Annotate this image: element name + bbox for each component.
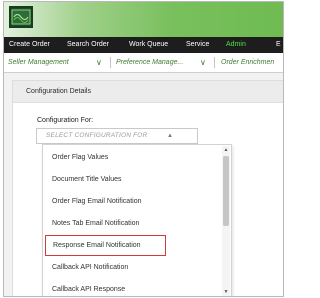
app-window: Create Order Search Order Work Queue Ser… xyxy=(3,1,284,297)
section-title: Configuration Details xyxy=(26,88,91,95)
section-header: Configuration Details xyxy=(13,81,283,103)
subnav-divider xyxy=(214,57,215,68)
app-logo-icon[interactable] xyxy=(9,6,33,28)
chevron-down-icon[interactable]: ∨ xyxy=(96,53,102,72)
subnav-preference-management[interactable]: Preference Manage... xyxy=(116,53,183,72)
nav-service[interactable]: Service xyxy=(186,37,209,53)
dropdown-option[interactable]: Order Flag Values xyxy=(43,147,223,169)
nav-more[interactable]: E xyxy=(276,37,281,53)
nav-admin[interactable]: Admin xyxy=(226,37,246,53)
subnav-seller-management[interactable]: Seller Management xyxy=(8,53,69,72)
chevron-down-icon[interactable]: ∨ xyxy=(200,53,206,72)
dropdown-option[interactable]: Order Flag Email Notification xyxy=(43,191,223,213)
nav-create-order[interactable]: Create Order xyxy=(9,37,50,53)
scroll-down-arrow-icon[interactable]: ▼ xyxy=(222,288,230,296)
configuration-panel: Configuration Details Configuration For:… xyxy=(12,80,283,296)
dropdown-option[interactable]: Document Title Values xyxy=(43,169,223,191)
configuration-select[interactable]: SELECT CONFIGURATION FOR ▲ xyxy=(36,128,198,144)
dropdown-scrollbar[interactable]: ▲ ▼ xyxy=(222,146,230,296)
subnav-order-enrichment[interactable]: Order Enrichmen xyxy=(221,53,274,72)
subnav-divider xyxy=(110,57,111,68)
dropdown-option[interactable]: Notes Tab Email Notification xyxy=(43,213,223,235)
configuration-for-label: Configuration For: xyxy=(37,117,94,124)
header-banner xyxy=(4,2,283,37)
nav-work-queue[interactable]: Work Queue xyxy=(129,37,168,53)
nav-search-order[interactable]: Search Order xyxy=(67,37,109,53)
main-nav: Create Order Search Order Work Queue Ser… xyxy=(4,37,283,53)
scroll-up-arrow-icon[interactable]: ▲ xyxy=(222,146,230,155)
caret-up-icon: ▲ xyxy=(167,133,173,139)
select-placeholder: SELECT CONFIGURATION FOR xyxy=(46,132,148,139)
sub-nav: Seller Management ∨ Preference Manage...… xyxy=(4,53,283,73)
dropdown-option[interactable]: Callback API Notification xyxy=(43,257,223,279)
configuration-dropdown: Order Flag Values Document Title Values … xyxy=(42,144,232,296)
dropdown-option[interactable]: Callback API Response xyxy=(43,279,223,296)
scrollbar-thumb[interactable] xyxy=(223,156,229,226)
dropdown-option-response-email[interactable]: Response Email Notification xyxy=(45,235,166,256)
